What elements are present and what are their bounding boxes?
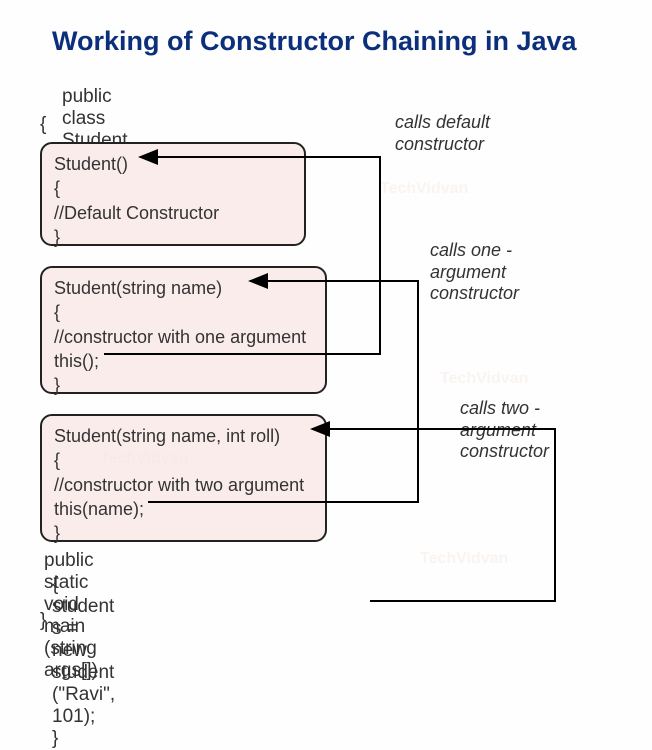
diagram-title: Working of Constructor Chaining in Java bbox=[0, 0, 652, 57]
code-line: //Default Constructor bbox=[54, 201, 292, 225]
code-line: this(name); bbox=[54, 497, 313, 521]
code-line: this(); bbox=[54, 349, 313, 373]
code-line: } bbox=[54, 225, 292, 249]
code-line: { bbox=[52, 574, 115, 596]
constructor-box-default: Student() { //Default Constructor } bbox=[40, 142, 306, 246]
class-brace-close: } bbox=[40, 610, 46, 632]
annotation-calls-one-arg: calls one - argument constructor bbox=[430, 240, 519, 305]
code-line: Student(string name, int roll) bbox=[54, 424, 313, 448]
watermark-text: TechVidvan bbox=[380, 180, 468, 198]
constructor-box-one-arg: Student(string name) { //constructor wit… bbox=[40, 266, 327, 394]
code-line: } bbox=[54, 521, 313, 545]
code-line: Student() bbox=[54, 152, 292, 176]
annotation-line: constructor bbox=[395, 134, 490, 156]
annotation-line: argument bbox=[460, 420, 549, 442]
code-line: //constructor with two argument bbox=[54, 473, 313, 497]
code-line: student s = new student ("Ravi", 101); bbox=[52, 596, 115, 728]
annotation-line: constructor bbox=[430, 283, 519, 305]
main-method-body: { student s = new student ("Ravi", 101);… bbox=[52, 574, 115, 750]
annotation-line: calls two - bbox=[460, 398, 549, 420]
annotation-line: constructor bbox=[460, 441, 549, 463]
annotation-line: argument bbox=[430, 262, 519, 284]
code-line: { bbox=[54, 176, 292, 200]
annotation-line: calls one - bbox=[430, 240, 519, 262]
code-line: } bbox=[52, 728, 115, 750]
watermark-text: TechVidvan bbox=[100, 450, 188, 468]
watermark-text: TechVidvan bbox=[440, 370, 528, 388]
annotation-calls-two-arg: calls two - argument constructor bbox=[460, 398, 549, 463]
constructor-box-two-arg: Student(string name, int roll) { //const… bbox=[40, 414, 327, 542]
code-line: { bbox=[54, 300, 313, 324]
annotation-calls-default: calls default constructor bbox=[395, 112, 490, 155]
watermark-text: TechVidvan bbox=[420, 550, 508, 568]
code-line: Student(string name) bbox=[54, 276, 313, 300]
class-brace-open: { bbox=[40, 114, 46, 136]
code-line: //constructor with one argument bbox=[54, 325, 313, 349]
code-line: } bbox=[54, 373, 313, 397]
annotation-line: calls default bbox=[395, 112, 490, 134]
